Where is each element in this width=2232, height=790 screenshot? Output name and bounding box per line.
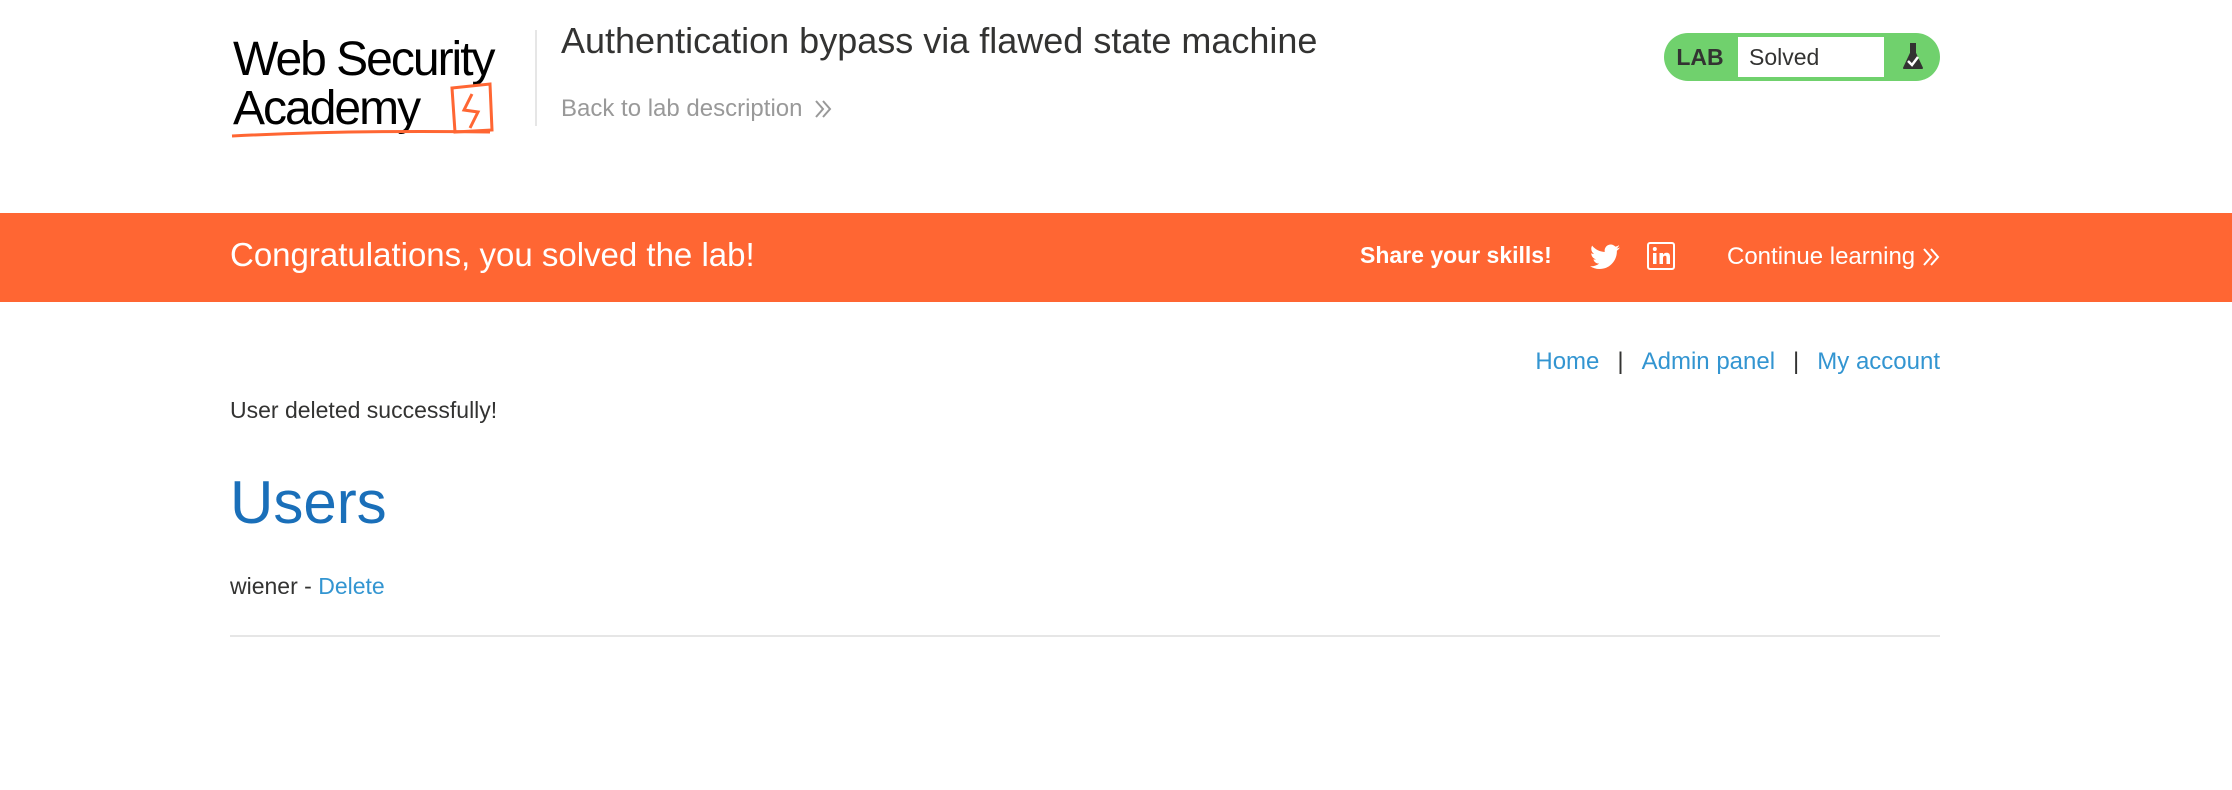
username: wiener: [230, 573, 298, 599]
lab-status-value: Solved: [1736, 35, 1886, 79]
nav-separator: |: [1793, 348, 1800, 375]
web-security-academy-logo[interactable]: Web Security Academy: [230, 32, 530, 142]
double-chevron-right-icon: [815, 100, 832, 118]
nav-my-account-link[interactable]: My account: [1817, 348, 1940, 376]
share-skills-label: Share your skills!: [1360, 242, 1552, 268]
flask-check-icon: [1886, 42, 1940, 72]
divider: [230, 635, 1940, 637]
double-chevron-right-icon: [1923, 248, 1940, 266]
logo-divider: [535, 30, 537, 126]
status-message: User deleted successfully!: [230, 397, 498, 423]
nav-home-link[interactable]: Home: [1535, 348, 1599, 376]
svg-text:Academy: Academy: [233, 82, 421, 135]
back-link-label: Back to lab description: [561, 95, 803, 122]
continue-learning-label: Continue learning: [1727, 243, 1916, 270]
twitter-icon[interactable]: [1590, 243, 1620, 271]
page-title: Users: [230, 469, 387, 536]
linkedin-icon[interactable]: [1647, 242, 1675, 270]
solved-banner: Congratulations, you solved the lab! Sha…: [0, 213, 2232, 302]
page: Web Security Academy Authentication bypa…: [0, 0, 2232, 790]
user-separator: -: [297, 573, 319, 599]
nav-separator: |: [1617, 348, 1624, 375]
lab-status-label: LAB: [1676, 43, 1724, 70]
lab-status-badge: LAB Solved: [1664, 33, 1940, 81]
list-item: wiener - Delete: [230, 573, 385, 600]
svg-text:Web Security: Web Security: [233, 33, 496, 86]
back-to-lab-description-link[interactable]: Back to lab description: [561, 95, 834, 123]
delete-user-link[interactable]: Delete: [318, 573, 384, 599]
continue-learning-link[interactable]: Continue learning: [1727, 243, 1941, 271]
top-nav: Home | Admin panel | My account: [1535, 348, 1940, 376]
lab-title: Authentication bypass via flawed state m…: [561, 20, 1318, 61]
header: Web Security Academy Authentication bypa…: [0, 0, 2232, 213]
congratulations-message: Congratulations, you solved the lab!: [230, 236, 755, 273]
nav-admin-panel-link[interactable]: Admin panel: [1642, 348, 1775, 376]
